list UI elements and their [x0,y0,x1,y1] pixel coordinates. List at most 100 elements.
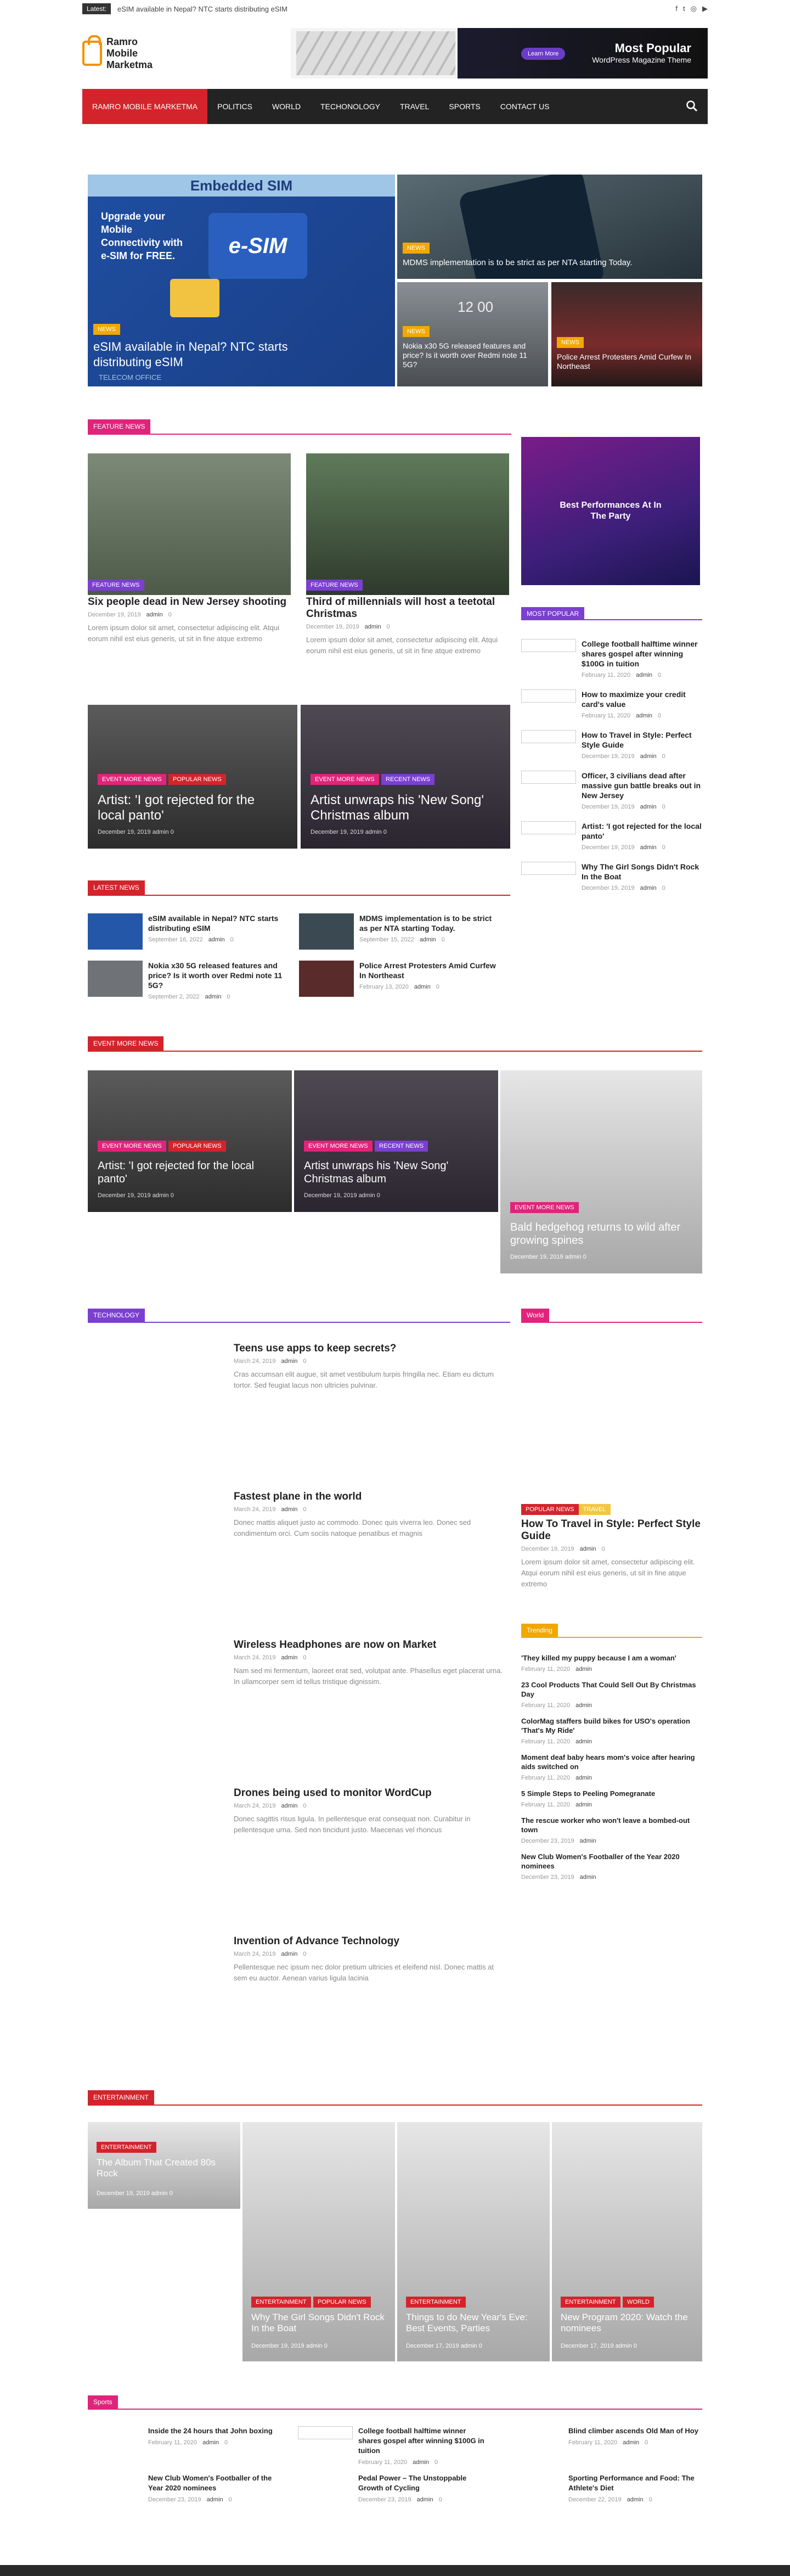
ent-3-title[interactable]: Things to do New Year's Eve: Best Events… [406,2312,543,2334]
author[interactable]: admin [365,829,382,835]
feature-b-image[interactable]: FEATURE NEWS [306,453,509,595]
latest-item[interactable]: Nokia x30 5G released features and price… [88,961,299,1000]
hero-bl-title[interactable]: Nokia x30 5G released features and price… [403,341,543,369]
date[interactable]: December 19, 2019 [304,1192,357,1199]
author[interactable]: admin [306,2343,323,2349]
date[interactable]: December 19, 2019 [521,1546,574,1552]
comments-count[interactable]: 0 [303,1358,306,1365]
date[interactable]: December 19, 2019 [98,1192,151,1199]
date[interactable]: February 11, 2020 [521,1738,570,1745]
ent-1-title[interactable]: The Album That Created 80s Rock [97,2157,234,2179]
date[interactable]: December 19, 2019 [97,2190,150,2197]
hero-top-card[interactable]: NEWS MDMS implementation is to be strict… [397,175,702,279]
comments-count[interactable]: 0 [303,1803,306,1809]
author[interactable]: admin [575,1738,592,1745]
author[interactable]: admin [580,1546,596,1552]
sports-title[interactable]: Pedal Power – The Unstoppable Growth of … [358,2473,490,2493]
author[interactable]: admin [151,2190,168,2197]
popular-item[interactable]: Why The Girl Songs Didn't Rock In the Bo… [521,862,702,891]
popular-title[interactable]: Artist: 'I got rejected for the local pa… [582,821,702,841]
hero-bl-card[interactable]: 12 00 NEWS Nokia x30 5G released feature… [397,282,548,386]
feature-b-cat[interactable]: FEATURE NEWS [306,580,363,591]
tech-title[interactable]: Fastest plane in the world [234,1491,508,1503]
popular-title[interactable]: How to Travel in Style: Perfect Style Gu… [582,730,702,750]
comments-count[interactable]: 0 [658,712,661,719]
comments-count[interactable]: 0 [602,1546,605,1552]
comments-count[interactable]: 0 [383,829,387,835]
author[interactable]: admin [153,829,169,835]
author[interactable]: admin [461,2343,477,2349]
date[interactable]: December 19, 2019 [582,885,635,891]
date[interactable]: February 11, 2020 [582,712,630,719]
popular-title[interactable]: Officer, 3 civilians dead after massive … [582,771,702,800]
ent-4-cat2[interactable]: WORLD [622,2297,654,2308]
event-card-1[interactable]: EVENT MORE NEWS POPULAR NEWS Artist: 'I … [88,1070,292,1212]
latest-thumb[interactable] [88,913,143,950]
sports-label[interactable]: Sports [88,2395,118,2409]
trending-title[interactable]: The rescue worker who won't leave a bomb… [521,1816,702,1834]
date[interactable]: March 24, 2019 [234,1654,275,1661]
comments-count[interactable]: 0 [171,1192,174,1199]
ent-2-cat2[interactable]: POPULAR NEWS [313,2297,371,2308]
popular-thumb[interactable] [521,730,576,743]
date[interactable]: September 15, 2022 [359,936,414,943]
comments-count[interactable]: 0 [662,844,665,851]
author[interactable]: admin [636,672,652,678]
author[interactable]: admin [281,1358,297,1365]
sports-item[interactable]: Sporting Performance and Food: The Athle… [508,2473,702,2503]
date[interactable]: December 23, 2019 [358,2496,411,2503]
author[interactable]: admin [207,2496,223,2503]
author[interactable]: admin [281,1506,297,1513]
technology-label[interactable]: TECHNOLOGY [88,1309,145,1322]
site-logo[interactable]: Ramro Mobile Marketma [82,35,153,71]
sports-title[interactable]: New Club Women's Footballer of the Year … [148,2473,280,2493]
comments-count[interactable]: 0 [436,984,439,990]
author[interactable]: admin [623,2439,639,2446]
date[interactable]: February 11, 2020 [521,1666,570,1673]
world-label[interactable]: World [521,1309,550,1322]
comments-count[interactable]: 0 [303,1654,306,1661]
sports-title[interactable]: Inside the 24 hours that John boxing [148,2426,280,2436]
most-popular-label[interactable]: MOST POPULAR [521,607,585,620]
instagram-icon[interactable]: ◎ [691,4,697,13]
feature-a-cat[interactable]: FEATURE NEWS [88,580,144,591]
trending-label[interactable]: Trending [521,1624,558,1637]
latest-item[interactable]: MDMS implementation is to be strict as p… [299,913,510,950]
ent-3-cat1[interactable]: ENTERTAINMENT [406,2297,466,2308]
date[interactable]: December 19, 2019 [510,1254,563,1260]
nav-item-travel[interactable]: TRAVEL [390,89,439,124]
comments-count[interactable]: 0 [230,936,234,943]
date[interactable]: December 19, 2019 [311,829,364,835]
popular-title[interactable]: How to maximize your credit card's value [582,689,702,709]
comments-count[interactable]: 0 [170,2190,173,2197]
comments-count[interactable]: 0 [634,2343,637,2349]
hero-top-cat[interactable]: NEWS [403,243,430,254]
sports-thumb[interactable] [298,2473,353,2487]
author[interactable]: admin [636,712,652,719]
hero-top-title[interactable]: MDMS implementation is to be strict as p… [403,258,699,267]
nav-item-technology[interactable]: TECHONOLOGY [311,89,390,124]
comments-count[interactable]: 0 [583,1254,586,1260]
nav-item-politics[interactable]: POLITICS [207,89,262,124]
hero-br-card[interactable]: NEWS Police Arrest Protesters Amid Curfe… [551,282,702,386]
comments-count[interactable]: 0 [387,624,390,630]
date[interactable]: March 24, 2019 [234,1358,275,1365]
author[interactable]: admin [365,624,381,630]
trending-title[interactable]: New Club Women's Footballer of the Year … [521,1852,702,1871]
event-1-cat1[interactable]: EVENT MORE NEWS [98,1141,166,1152]
feature-a-title[interactable]: Six people dead in New Jersey shooting [88,596,291,608]
latest-title[interactable]: MDMS implementation is to be strict as p… [359,913,496,933]
author[interactable]: admin [575,1702,592,1709]
entertainment-label[interactable]: ENTERTAINMENT [88,2090,154,2104]
latest-thumb[interactable] [299,961,354,997]
comments-count[interactable]: 0 [303,1506,306,1513]
event-3-title[interactable]: Bald hedgehog returns to wild after grow… [510,1221,686,1247]
world-cat2[interactable]: TRAVEL [578,1504,611,1515]
latest-title[interactable]: eSIM available in Nepal? NTC starts dist… [148,913,285,933]
sports-item[interactable]: College football halftime winner shares … [298,2426,508,2466]
author[interactable]: admin [205,994,222,1000]
trending-title[interactable]: ColorMag staffers build bikes for USO's … [521,1716,702,1735]
comments-count[interactable]: 0 [439,2496,442,2503]
date[interactable]: February 11, 2020 [568,2439,617,2446]
event-2-cat2[interactable]: RECENT NEWS [375,1141,428,1152]
